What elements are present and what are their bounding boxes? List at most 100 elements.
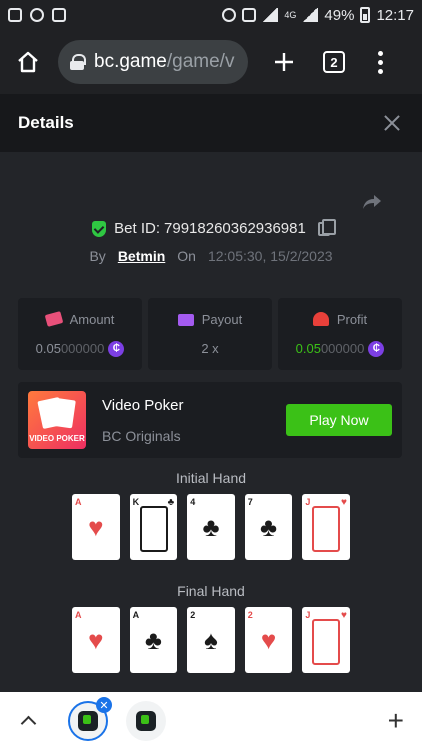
final-hand: A ♥ A ♣ 2 ♠ 2 ♥ J ♥ xyxy=(72,607,350,673)
tab-thumbnail[interactable] xyxy=(126,701,166,741)
bottom-tab-bar: ✕ + xyxy=(0,692,422,750)
url-path: /game/v xyxy=(166,51,235,72)
sim-icon xyxy=(242,8,257,22)
close-tab-icon[interactable]: ✕ xyxy=(96,697,112,713)
image-icon xyxy=(52,8,66,22)
bet-id-label: Bet ID: xyxy=(114,220,161,237)
share-icon[interactable] xyxy=(360,190,384,214)
playing-card: K ♣ xyxy=(129,494,178,560)
face-card-art xyxy=(312,506,341,552)
tab-thumbnail-active[interactable]: ✕ xyxy=(68,697,112,741)
final-hand-title: Final Hand xyxy=(177,583,245,599)
card-rank: J xyxy=(305,497,311,507)
chevron-up-icon[interactable] xyxy=(18,711,38,731)
network-label: 4G xyxy=(284,10,297,20)
signal-icon xyxy=(262,8,279,22)
copy-icon[interactable] xyxy=(317,218,336,236)
url-domain: bc.game xyxy=(94,51,167,72)
playing-card: A ♥ xyxy=(72,607,120,673)
card-rank: A xyxy=(132,610,140,620)
bet-meta-row: By Betmin On 12:05:30, 15/2/2023 xyxy=(0,248,422,264)
coin-icon: ₵ xyxy=(368,340,385,357)
amount-icon xyxy=(44,311,63,327)
card-suit: ♥ xyxy=(88,625,104,655)
menu-dot xyxy=(377,68,383,74)
card-rank: 4 xyxy=(190,497,196,507)
card-suit: ♥ xyxy=(88,512,104,542)
game-provider: BC Originals xyxy=(102,427,181,444)
card-rank: A xyxy=(75,610,82,620)
game-name: Video Poker xyxy=(102,396,184,414)
plus-icon xyxy=(275,53,293,71)
details-header: Details xyxy=(0,94,422,152)
playing-card: 4 ♣ xyxy=(187,494,235,560)
battery-percent: 49% xyxy=(324,6,355,24)
playing-card: 7 ♣ xyxy=(244,494,293,560)
profit-icon xyxy=(312,312,329,326)
playing-card: 2 ♠ xyxy=(187,607,235,673)
card-rank: A xyxy=(75,497,82,507)
bet-id-row: Bet ID: 79918260362936981 xyxy=(0,218,422,237)
menu-button[interactable] xyxy=(362,44,398,80)
face-card-art xyxy=(312,619,341,665)
account-icon xyxy=(30,8,44,22)
new-tab-button[interactable] xyxy=(266,44,302,80)
thumb-label: VIDEO POKER xyxy=(29,434,85,443)
battery-icon xyxy=(360,7,371,23)
tab-count: 2 xyxy=(323,51,345,73)
playing-card: A ♥ xyxy=(72,494,120,560)
username-link[interactable]: Betmin xyxy=(118,248,165,264)
signal-icon-2 xyxy=(302,8,319,22)
home-icon xyxy=(18,51,38,73)
amount-label: Amount xyxy=(69,311,115,327)
thumb-card xyxy=(50,397,76,429)
tab-switcher-button[interactable]: 2 xyxy=(316,44,352,80)
amount-stat: Amount 0.05000000 ₵ xyxy=(18,298,142,370)
card-suit: ♣ xyxy=(144,625,162,655)
card-suit: ♠ xyxy=(204,625,218,655)
play-now-button[interactable]: Play Now xyxy=(286,404,392,436)
bc-game-icon xyxy=(78,711,98,731)
address-bar[interactable]: bc.game/game/v xyxy=(58,40,248,84)
playing-card: A ♣ xyxy=(129,607,178,673)
menu-dot xyxy=(377,59,383,65)
playing-card: J ♥ xyxy=(302,607,350,673)
profit-label: Profit xyxy=(336,311,368,327)
card-suit: ♥ xyxy=(341,610,347,621)
card-suit: ♣ xyxy=(260,512,278,542)
add-tab-button[interactable]: + xyxy=(388,705,404,737)
details-title: Details xyxy=(18,113,74,132)
menu-dot xyxy=(377,50,383,56)
bc-game-icon xyxy=(136,711,156,731)
profit-stat: Profit 0.05000000 ₵ xyxy=(278,298,402,370)
payout-label: Payout xyxy=(201,312,243,327)
initial-hand: A ♥ K ♣ 4 ♣ 7 ♣ J ♥ xyxy=(72,494,350,560)
amount-value: 0.05000000 xyxy=(36,341,105,356)
card-suit: ♥ xyxy=(341,497,347,508)
card-rank: J xyxy=(305,610,311,620)
card-rank: 2 xyxy=(190,610,196,620)
payout-icon xyxy=(177,313,194,326)
payout-value: 2 x xyxy=(201,341,219,356)
on-label: On xyxy=(177,248,196,264)
bet-details-panel: Bet ID: 79918260362936981 By Betmin On 1… xyxy=(0,152,422,692)
profit-value: 0.05000000 xyxy=(296,341,365,356)
by-label: By xyxy=(89,248,106,264)
home-button[interactable] xyxy=(10,44,46,80)
card-suit: ♣ xyxy=(167,497,175,508)
amount-value-faded: 000000 xyxy=(60,341,105,356)
bet-id-value: 79918260362936981 xyxy=(164,220,306,237)
face-card-art xyxy=(139,506,168,552)
status-bar: 4G 49% 12:17 xyxy=(0,0,422,30)
payout-stat: Payout 2 x xyxy=(148,298,272,370)
close-button[interactable] xyxy=(380,111,404,135)
browser-toolbar: bc.game/game/v 2 xyxy=(0,30,422,94)
playing-card: J ♥ xyxy=(302,494,350,560)
game-thumbnail[interactable]: VIDEO POKER xyxy=(28,391,86,449)
playing-card: 2 ♥ xyxy=(244,607,293,673)
stats-row: Amount 0.05000000 ₵ Payout 2 x Profit 0.… xyxy=(18,298,402,370)
profit-value-faded: 000000 xyxy=(320,341,365,356)
card-rank: 7 xyxy=(247,497,253,507)
card-rank: K xyxy=(132,497,140,507)
message-icon xyxy=(8,8,22,22)
